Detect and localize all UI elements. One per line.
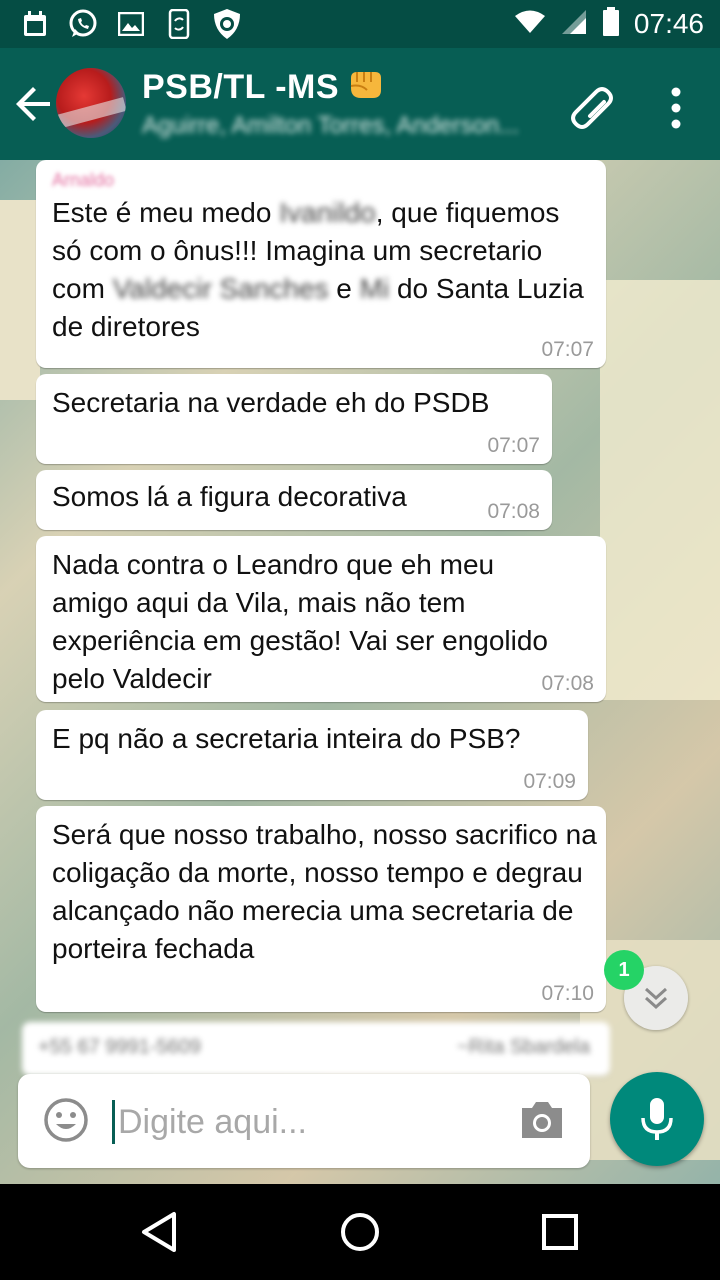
wifi-icon	[514, 9, 546, 40]
back-triangle-icon[interactable]	[136, 1208, 184, 1256]
back-arrow-icon[interactable]	[12, 82, 56, 126]
clock: 07:46	[633, 8, 704, 39]
message-text: E pq não a secretaria inteira do PSB?	[52, 723, 521, 754]
shield-icon	[212, 9, 242, 39]
status-bar: 07:46	[0, 0, 720, 48]
text-cursor	[112, 1100, 115, 1144]
calendar-icon	[20, 9, 50, 39]
quoted-name: ~Rita Sbardela	[457, 1036, 590, 1058]
chat-area[interactable]: Arnaldo Este é meu medo Ivanildo, que fi…	[0, 160, 720, 1184]
double-chevron-down-icon	[644, 987, 668, 1010]
message-text: Secretaria na verdade eh do PSDB	[52, 387, 490, 418]
message-time: 07:08	[487, 500, 540, 523]
message-time: 07:07	[541, 338, 594, 361]
paperclip-icon[interactable]	[568, 84, 616, 132]
quoted-message-preview[interactable]: +55 67 9991-5609 ~Rita Sbardela	[22, 1022, 610, 1076]
chat-header: PSB/TL -MS Aguirre, Amilton Torres, Ande…	[0, 48, 720, 160]
emoji-icon[interactable]	[42, 1096, 90, 1144]
message-bubble[interactable]: Nada contra o Leandro que eh meu amigo a…	[36, 536, 606, 702]
fist-emoji-icon	[347, 68, 385, 102]
phone-sync-icon	[164, 9, 194, 39]
navigation-bar	[0, 1184, 720, 1280]
message-bubble[interactable]: Arnaldo Este é meu medo Ivanildo, que fi…	[36, 160, 606, 368]
more-options-icon[interactable]	[660, 84, 692, 132]
message-text: Este é meu medo Ivanildo, que fiquemos s…	[52, 197, 584, 342]
message-text: Nada contra o Leandro que eh meu amigo a…	[52, 549, 549, 694]
signal-icon	[560, 8, 588, 41]
home-circle-icon[interactable]	[336, 1208, 384, 1256]
message-input[interactable]	[118, 1094, 498, 1150]
message-text: Somos lá a figura decorativa	[52, 481, 407, 512]
message-composer	[18, 1074, 590, 1168]
message-time: 07:10	[541, 982, 594, 1005]
microphone-icon	[641, 1098, 673, 1140]
unread-count-badge: 1	[604, 950, 644, 990]
chat-title-text: PSB/TL -MS	[142, 68, 340, 106]
group-avatar[interactable]	[56, 68, 126, 138]
message-bubble[interactable]: E pq não a secretaria inteira do PSB? 07…	[36, 710, 588, 800]
microphone-button[interactable]	[610, 1072, 704, 1166]
message-time: 07:08	[541, 672, 594, 695]
camera-icon[interactable]	[518, 1098, 566, 1142]
message-bubble[interactable]: Secretaria na verdade eh do PSDB 07:07	[36, 374, 552, 464]
quoted-number: +55 67 9991-5609	[38, 1036, 201, 1058]
message-bubble[interactable]: Será que nosso trabalho, nosso sacrifico…	[36, 806, 606, 1012]
message-time: 07:09	[523, 770, 576, 793]
participants-list: Aguirre, Amilton Torres, Anderson...	[142, 112, 520, 139]
message-bubble[interactable]: Somos lá a figura decorativa 07:08	[36, 470, 552, 530]
whatsapp-icon	[68, 9, 98, 39]
message-time: 07:07	[487, 434, 540, 457]
chat-title[interactable]: PSB/TL -MS	[142, 68, 385, 107]
message-text: Será que nosso trabalho, nosso sacrifico…	[52, 819, 597, 964]
battery-icon	[602, 6, 620, 42]
image-icon	[116, 9, 146, 39]
recents-square-icon[interactable]	[536, 1208, 584, 1256]
message-sender: Arnaldo	[52, 170, 115, 190]
